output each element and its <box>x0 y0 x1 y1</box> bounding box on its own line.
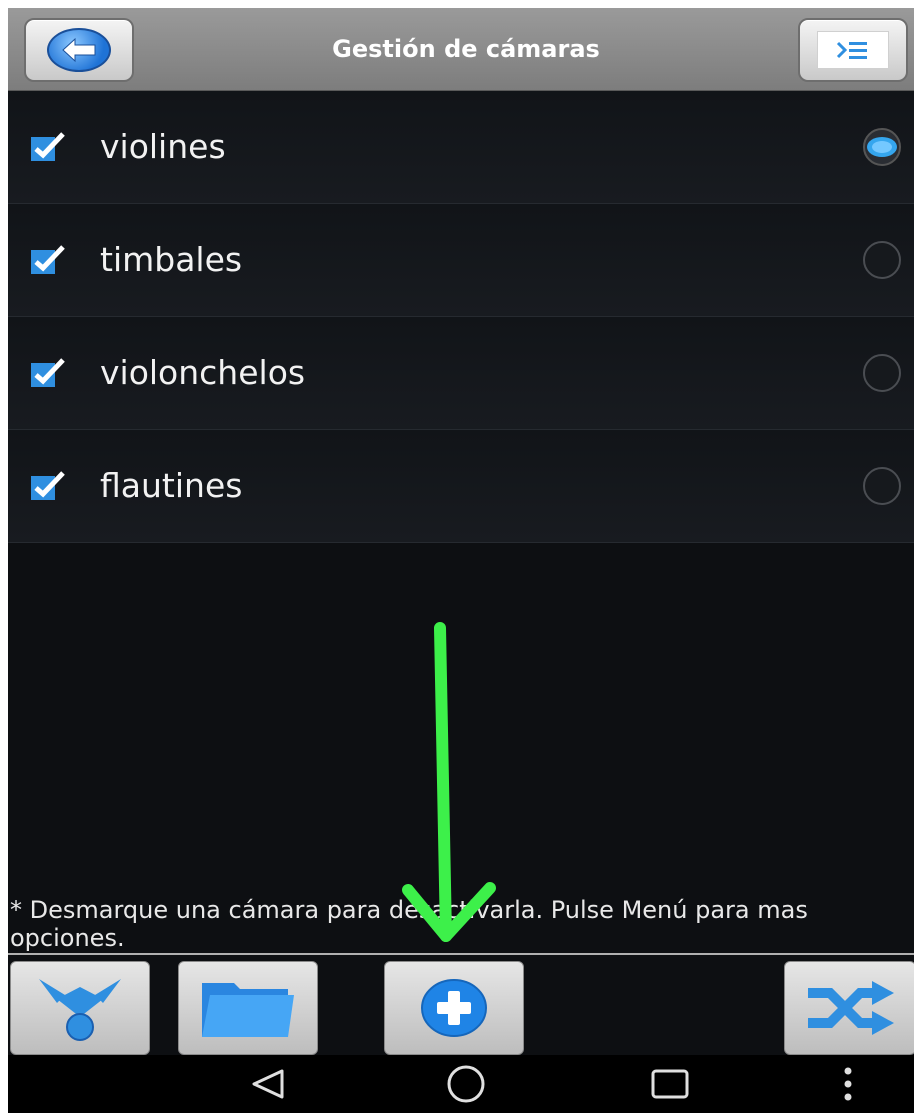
folder-icon <box>202 983 294 1037</box>
radio-unselected-icon[interactable] <box>862 240 902 280</box>
share-button[interactable] <box>10 961 150 1055</box>
menu-button[interactable] <box>798 18 908 82</box>
nav-home-button[interactable] <box>426 1055 506 1113</box>
camera-name: flautines <box>100 466 243 505</box>
camera-list: violines timbales violonchelos flautines <box>8 91 914 543</box>
nav-home-icon <box>447 1065 485 1103</box>
nav-recents-button[interactable] <box>630 1055 710 1113</box>
checkbox-checked-icon[interactable] <box>30 131 66 163</box>
checkbox-checked-icon[interactable] <box>30 470 66 502</box>
nav-recents-icon <box>651 1069 689 1099</box>
list-item[interactable]: timbales <box>8 204 914 317</box>
title-bar: Gestión de cámaras <box>8 8 914 91</box>
bottom-toolbar <box>8 955 914 1055</box>
radio-unselected-icon[interactable] <box>862 353 902 393</box>
folder-button[interactable] <box>178 961 318 1055</box>
page-title: Gestión de cámaras <box>332 35 600 63</box>
camera-name: timbales <box>100 240 243 279</box>
checkbox-checked-icon[interactable] <box>30 357 66 389</box>
list-item[interactable]: violines <box>8 91 914 204</box>
nav-more-icon <box>844 1067 852 1101</box>
annotation-arrow-icon <box>402 622 496 942</box>
nav-more-button[interactable] <box>818 1055 878 1113</box>
app-window: Gestión de cámaras violines timbales vio… <box>8 8 914 1113</box>
back-arrow-icon <box>47 28 111 72</box>
system-nav-bar <box>8 1055 914 1113</box>
radio-unselected-icon[interactable] <box>862 466 902 506</box>
checkbox-checked-icon[interactable] <box>30 244 66 276</box>
list-item[interactable]: violonchelos <box>8 317 914 430</box>
list-menu-icon <box>817 31 889 69</box>
list-item[interactable]: flautines <box>8 430 914 543</box>
add-button[interactable] <box>384 961 524 1055</box>
camera-name: violines <box>100 127 226 166</box>
nav-back-icon <box>252 1069 284 1099</box>
add-icon <box>421 979 487 1037</box>
shuffle-button[interactable] <box>784 961 914 1055</box>
back-button[interactable] <box>24 18 134 82</box>
nav-back-button[interactable] <box>228 1055 308 1113</box>
camera-name: violonchelos <box>100 353 306 392</box>
radio-selected-icon[interactable] <box>862 127 902 167</box>
share-nodes-icon <box>39 979 121 1041</box>
shuffle-icon <box>808 981 894 1035</box>
